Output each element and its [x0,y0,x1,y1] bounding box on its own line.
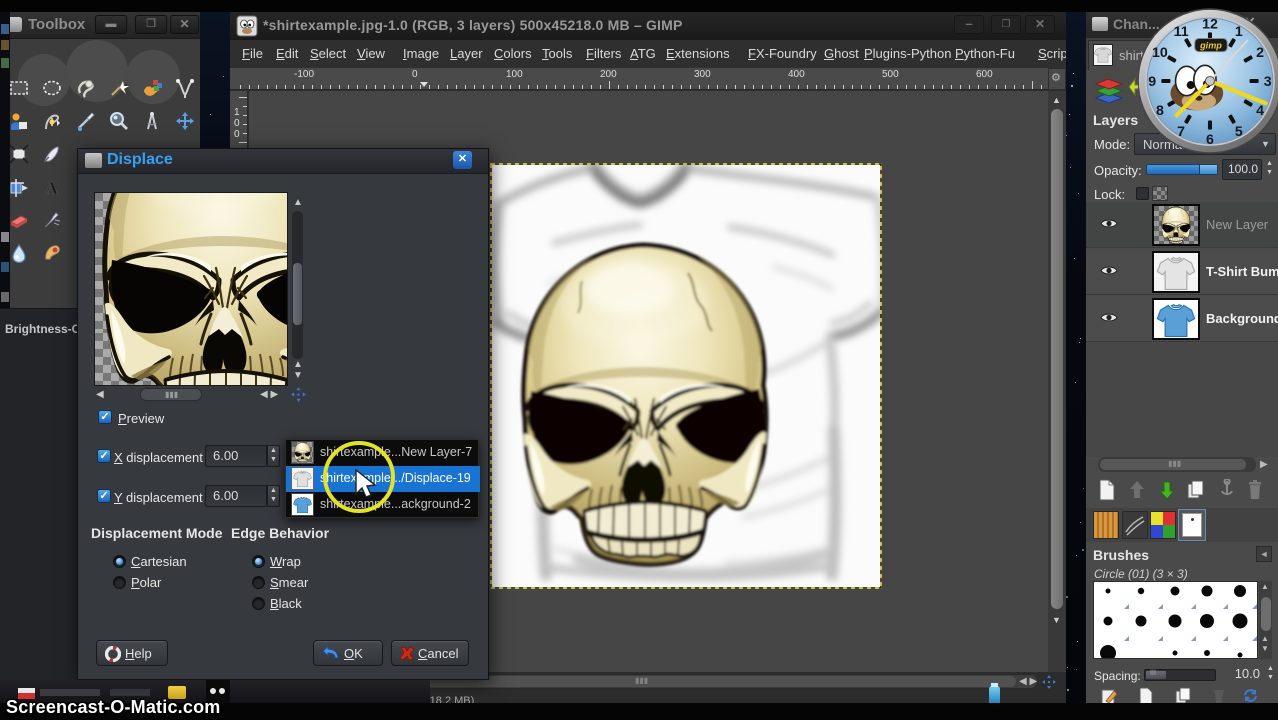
svg-text:7: 7 [1177,124,1185,140]
svg-text:4: 4 [1256,103,1264,119]
svg-text:2: 2 [1256,45,1264,61]
svg-text:gimp: gimp [1199,41,1222,51]
svg-text:10: 10 [1152,45,1168,61]
svg-text:11: 11 [1174,24,1189,40]
svg-text:1: 1 [1235,24,1243,40]
svg-text:12: 12 [1202,16,1218,32]
svg-text:A: A [45,178,58,198]
svg-text:5: 5 [1235,124,1243,140]
svg-text:9: 9 [1148,74,1156,90]
svg-text:3: 3 [1264,74,1272,90]
svg-text:6: 6 [1206,132,1214,148]
svg-text:8: 8 [1156,103,1164,119]
